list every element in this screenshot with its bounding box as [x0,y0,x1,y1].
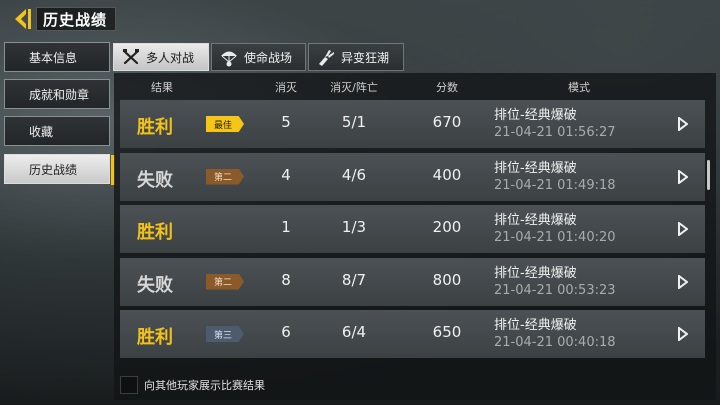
rank-badge: 第二 [206,273,244,290]
match-result: 失败 [137,274,173,296]
tab-label: 异变狂潮 [341,50,390,65]
match-kd: 1/3 [341,218,367,236]
match-score: 400 [432,165,462,184]
match-kd: 4/6 [341,165,367,184]
tab-mutation-frenzy[interactable]: 异变狂潮 [308,43,404,71]
play-arrow-icon [678,274,688,289]
match-list: 胜利 最佳 5 5/1 670 排位-经典爆破 21-04-21 01:56:2… [120,100,705,363]
match-score: 670 [432,113,462,131]
match-score: 650 [432,323,462,341]
tab-mission-battlefield[interactable]: 使命战场 [211,43,306,71]
match-kills: 5 [281,113,291,131]
show-results-checkbox[interactable] [120,376,138,394]
match-row[interactable]: 胜利 最佳 5 5/1 670 排位-经典爆破 21-04-21 01:56:2… [120,100,705,148]
match-time: 21-04-21 00:40:18 [494,335,616,350]
details-button[interactable] [675,116,691,132]
match-mode: 排位-经典爆破 21-04-21 00:53:23 [494,266,616,299]
match-mode: 排位-经典爆破 21-04-21 00:40:18 [494,318,616,351]
match-kd: 5/1 [341,113,367,131]
match-kills: 4 [281,165,291,184]
sidebar-item-match-history[interactable]: 历史战绩 [4,154,115,185]
details-button[interactable] [675,326,691,342]
match-score: 200 [432,218,462,236]
sidebar-item-label: 历史战绩 [29,162,78,177]
match-mode-name: 排位-经典爆破 [494,213,577,228]
match-row[interactable]: 失败 第二 8 8/7 800 排位-经典爆破 21-04-21 00:53:2… [120,257,705,306]
show-results-label: 向其他玩家展示比赛结果 [144,379,265,392]
rank-badge: 第三 [206,326,244,342]
match-time: 21-04-21 01:56:27 [494,125,616,140]
claw-arm-icon [315,47,337,67]
match-result: 胜利 [137,222,173,243]
match-mode-name: 排位-经典爆破 [494,108,577,123]
mode-tabs: 多人对战 使命战场 异变狂潮 [113,43,404,71]
match-mode: 排位-经典爆破 21-04-21 01:49:18 [494,161,616,194]
sidebar-item-basic-info[interactable]: 基本信息 [4,42,110,72]
column-header-kd: 消灭/阵亡 [330,81,378,94]
column-header-score: 分数 [436,81,458,94]
match-time: 21-04-21 00:53:23 [494,282,616,298]
sidebar-item-label: 收藏 [29,124,54,139]
tab-label: 使命战场 [244,50,293,65]
back-button[interactable] [8,6,36,32]
sidebar-item-achievements[interactable]: 成就和勋章 [4,79,110,109]
scrollbar[interactable] [707,160,710,190]
play-arrow-icon [678,222,688,236]
footer: 向其他玩家展示比赛结果 [120,376,265,394]
details-button[interactable] [675,274,691,290]
parachute-icon [218,47,240,67]
sidebar-item-label: 成就和勋章 [29,87,90,102]
rank-badge: 第二 [206,168,244,185]
match-time: 21-04-21 01:40:20 [494,230,616,245]
tab-multiplayer[interactable]: 多人对战 [113,43,209,71]
match-mode-name: 排位-经典爆破 [494,160,577,176]
column-header-mode: 模式 [568,81,590,94]
match-row[interactable]: 失败 第二 4 4/6 400 排位-经典爆破 21-04-21 01:49:1… [120,152,705,201]
match-kills: 8 [281,270,291,289]
tab-label: 多人对战 [146,50,195,65]
sidebar-item-collection[interactable]: 收藏 [4,116,110,146]
back-arrow-icon [15,9,31,29]
page-title: 历史战绩 [36,7,117,31]
match-kd: 6/4 [341,323,367,341]
details-button[interactable] [675,221,691,237]
match-mode: 排位-经典爆破 21-04-21 01:40:20 [494,213,616,246]
match-mode: 排位-经典爆破 21-04-21 01:56:27 [494,108,616,141]
sidebar-item-label: 基本信息 [29,50,78,65]
match-result: 胜利 [137,117,173,138]
crossed-guns-icon [120,47,142,67]
match-mode-name: 排位-经典爆破 [494,318,577,333]
match-mode-name: 排位-经典爆破 [494,265,577,281]
match-result: 失败 [137,169,173,191]
match-kd: 8/7 [341,270,367,289]
column-header-kills: 消灭 [275,81,297,94]
match-time: 21-04-21 01:49:18 [494,177,616,193]
header: 历史战绩 [8,6,117,32]
match-row[interactable]: 胜利 第三 6 6/4 650 排位-经典爆破 21-04-21 00:40:1… [120,310,705,358]
column-header-result: 结果 [151,81,173,94]
play-arrow-icon [678,117,688,131]
match-score: 800 [432,270,462,289]
rank-badge: 最佳 [206,116,244,132]
match-result: 胜利 [137,327,173,348]
match-kills: 1 [281,218,291,236]
play-arrow-icon [678,169,688,184]
match-row[interactable]: 胜利 1 1/3 200 排位-经典爆破 21-04-21 01:40:20 [120,205,705,253]
sidebar: 基本信息 成就和勋章 收藏 历史战绩 [4,42,115,191]
details-button[interactable] [675,169,691,185]
match-kills: 6 [281,323,291,341]
play-arrow-icon [678,327,688,341]
